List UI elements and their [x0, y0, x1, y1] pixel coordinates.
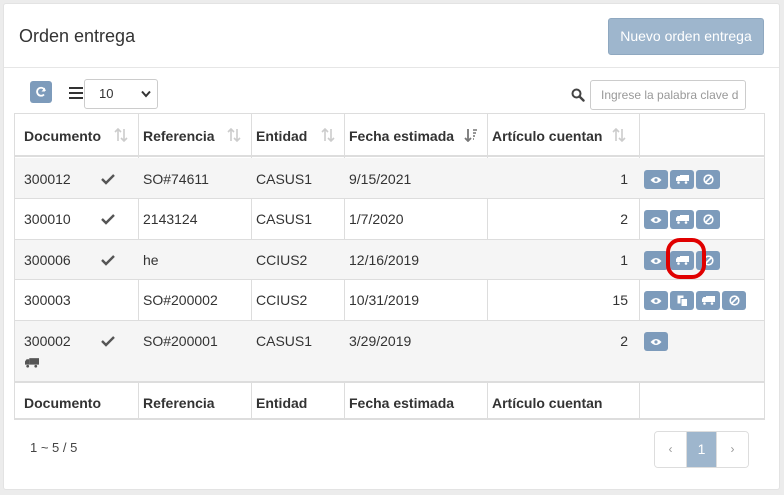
eye-icon: [650, 297, 662, 304]
table-row[interactable]: 300006 he CCIUS2 12/16/2019 1: [15, 240, 764, 280]
ban-icon: [702, 174, 714, 185]
footer-articulo-cuentan: Artículo cuentan: [492, 395, 603, 411]
table-row[interactable]: 300002 SO#200001 CASUS1 3/29/2019 2: [15, 321, 764, 383]
row-actions: [644, 332, 668, 351]
cancel-button[interactable]: [696, 210, 720, 229]
pagination: ‹ 1 ›: [654, 431, 749, 468]
cell-cuentan: 1: [620, 252, 628, 268]
chevron-down-icon: [141, 90, 151, 98]
check-icon: [101, 214, 115, 225]
cell-referencia: he: [143, 252, 159, 268]
search-input[interactable]: Ingrese la palabra clave d: [590, 80, 746, 110]
cell-fecha: 10/31/2019: [349, 292, 420, 308]
cell-cuentan: 2: [620, 333, 628, 349]
table-row[interactable]: 300003 SO#200002 CCIUS2 10/31/2019 15: [15, 280, 764, 321]
truck-icon: [701, 296, 715, 305]
page-title: Orden entrega: [19, 26, 136, 46]
delivery-orders-table: Documento Referencia Entidad Fecha estim…: [14, 113, 765, 420]
highlight-annotation: [666, 238, 706, 279]
check-icon: [101, 174, 115, 185]
cell-documento: 300012: [24, 171, 71, 187]
sort-icon[interactable]: [612, 128, 626, 142]
cell-referencia: SO#200002: [143, 292, 218, 308]
sort-icon[interactable]: [114, 128, 128, 142]
truck-icon: [675, 175, 689, 184]
ship-button[interactable]: [670, 210, 694, 229]
view-button[interactable]: [644, 291, 668, 310]
column-header-referencia[interactable]: Referencia: [143, 128, 215, 144]
row-actions: [644, 210, 720, 229]
footer-entidad: Entidad: [256, 395, 308, 411]
footer-referencia: Referencia: [143, 395, 215, 411]
truck-icon: [25, 358, 39, 368]
cell-cuentan: 1: [620, 171, 628, 187]
cell-fecha: 12/16/2019: [349, 252, 420, 268]
table-row[interactable]: 300010 2143124 CASUS1 1/7/2020 2: [15, 199, 764, 240]
eye-icon: [650, 338, 662, 345]
search-icon: [571, 88, 585, 102]
check-icon: [101, 336, 115, 347]
cancel-button[interactable]: [722, 291, 746, 310]
page-size-select[interactable]: 10: [84, 79, 158, 109]
search-placeholder: Ingrese la palabra clave d: [601, 88, 739, 102]
cell-fecha: 9/15/2021: [349, 171, 412, 187]
cell-cuentan: 15: [612, 292, 628, 308]
next-page-button[interactable]: ›: [717, 432, 748, 467]
pagination-info: 1 ~ 5 / 5: [30, 440, 78, 455]
check-icon: [101, 255, 115, 266]
cell-referencia: SO#74611: [143, 171, 209, 187]
view-button[interactable]: [644, 170, 668, 189]
cell-cuentan: 2: [620, 211, 628, 227]
column-header-documento[interactable]: Documento: [24, 128, 101, 144]
cell-entidad: CASUS1: [256, 171, 313, 187]
eye-icon: [650, 257, 662, 264]
new-delivery-order-button[interactable]: Nuevo orden entrega: [608, 18, 764, 55]
cell-documento: 300010: [24, 211, 71, 227]
sort-descending-icon[interactable]: [464, 128, 478, 142]
view-button[interactable]: [644, 210, 668, 229]
eye-icon: [650, 216, 662, 223]
ban-icon: [728, 295, 740, 306]
prev-page-button[interactable]: ‹: [655, 432, 686, 467]
cell-entidad: CCIUS2: [256, 292, 308, 308]
column-header-entidad[interactable]: Entidad: [256, 128, 307, 144]
cell-referencia: SO#200001: [143, 333, 218, 349]
copy-button[interactable]: [670, 291, 694, 310]
cell-fecha: 1/7/2020: [349, 211, 404, 227]
page-size-value: 10: [99, 86, 114, 101]
cell-entidad: CCIUS2: [256, 252, 308, 268]
row-actions: [644, 291, 746, 310]
panel-header: Orden entrega Nuevo orden entrega: [4, 4, 779, 68]
sort-icon[interactable]: [321, 128, 335, 142]
ship-button[interactable]: [696, 291, 720, 310]
cell-entidad: CASUS1: [256, 333, 313, 349]
view-button[interactable]: [644, 332, 668, 351]
sort-icon[interactable]: [227, 128, 241, 142]
cell-entidad: CASUS1: [256, 211, 313, 227]
row-actions: [644, 170, 720, 189]
ship-button[interactable]: [670, 170, 694, 189]
truck-icon: [675, 215, 689, 224]
table-header-row: Documento Referencia Entidad Fecha estim…: [15, 114, 764, 157]
eye-icon: [650, 176, 662, 183]
cell-documento: 300006: [24, 252, 71, 268]
footer-documento: Documento: [24, 395, 101, 411]
view-button[interactable]: [644, 251, 668, 270]
cell-documento: 300002: [24, 333, 71, 349]
table-row[interactable]: 300012 SO#74611 CASUS1 9/15/2021 1: [15, 158, 764, 199]
cell-referencia: 2143124: [143, 211, 198, 227]
table-footer-row: Documento Referencia Entidad Fecha estim…: [15, 383, 764, 421]
copy-icon: [677, 295, 688, 307]
footer-fecha-estimada: Fecha estimada: [349, 395, 455, 411]
page-button-1[interactable]: 1: [686, 432, 717, 467]
refresh-icon: [36, 86, 46, 97]
cell-fecha: 3/29/2019: [349, 333, 412, 349]
column-header-fecha-estimada[interactable]: Fecha estimada: [349, 128, 454, 144]
refresh-button[interactable]: [30, 81, 52, 103]
cell-documento: 300003: [24, 292, 71, 308]
column-header-articulo-cuentan[interactable]: Artículo cuentan: [492, 128, 602, 144]
ban-icon: [702, 214, 714, 225]
list-icon: [69, 87, 83, 99]
cancel-button[interactable]: [696, 170, 720, 189]
